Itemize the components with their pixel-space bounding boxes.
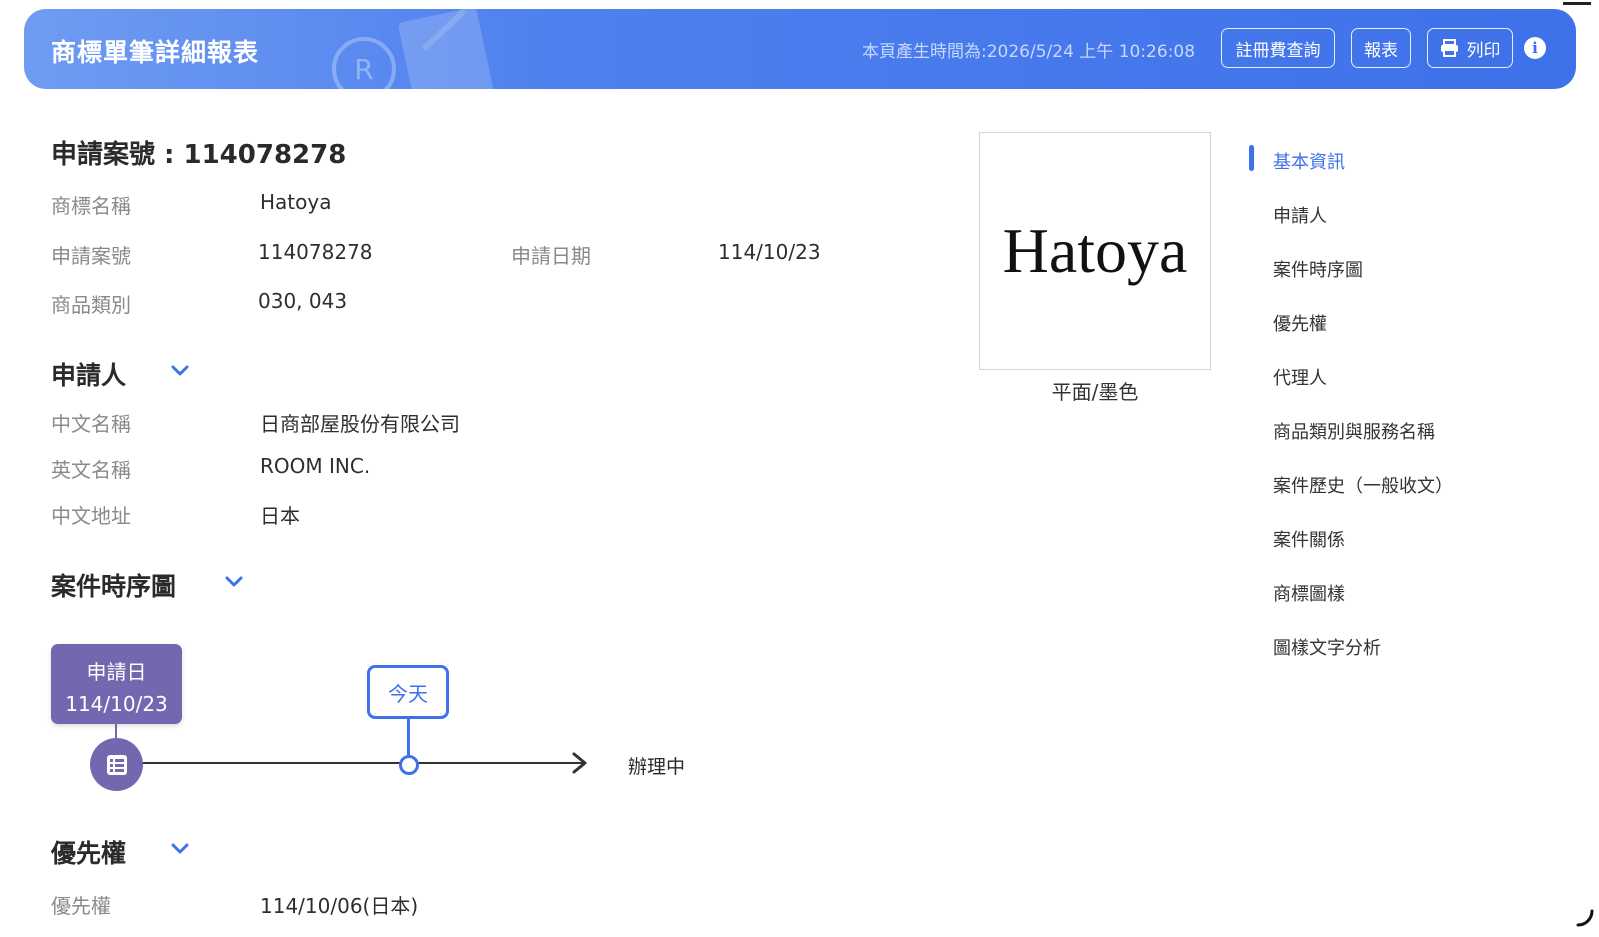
print-icon (1440, 39, 1458, 57)
application-date-value: 114/10/23 (718, 240, 821, 264)
timeline-start-label: 申請日 (86, 660, 147, 684)
report-header: R 商標單筆詳細報表 本頁產生時間為:2026/5/24 上午 10:26:08… (24, 9, 1576, 89)
chevron-down-icon[interactable] (170, 364, 190, 378)
trademark-image-text: Hatoya (1002, 215, 1188, 286)
trademark-image: Hatoya (979, 132, 1211, 370)
side-nav-trademark-image[interactable]: 商標圖樣 (1273, 580, 1345, 606)
application-number-label: 申請案號 (51, 244, 131, 268)
document-list-icon (90, 738, 143, 791)
side-nav-goods-classes[interactable]: 商品類別與服務名稱 (1273, 418, 1435, 444)
loading-spinner-icon (1576, 909, 1594, 927)
case-number-title: 申請案號 : 114078278 (51, 140, 347, 170)
side-nav-applicant[interactable]: 申請人 (1273, 202, 1327, 228)
side-nav-timeline[interactable]: 案件時序圖 (1273, 256, 1363, 282)
timeline-today-box: 今天 (367, 665, 449, 719)
side-nav-basic-info[interactable]: 基本資訊 (1273, 148, 1345, 174)
side-nav-case-history[interactable]: 案件歷史（一般收文） (1273, 472, 1453, 498)
timeline-section-title: 案件時序圖 (51, 572, 177, 601)
side-nav-case-relations[interactable]: 案件關係 (1273, 526, 1345, 552)
timeline-axis (140, 762, 585, 764)
chevron-down-icon[interactable] (170, 842, 190, 856)
side-nav-image-text-analysis[interactable]: 圖樣文字分析 (1273, 634, 1381, 660)
info-icon[interactable]: i (1524, 37, 1546, 59)
applicant-cn-name-value: 日商部屋股份有限公司 (260, 412, 460, 436)
priority-section-title: 優先權 (51, 839, 127, 868)
fee-query-button[interactable]: 註冊費查詢 (1221, 28, 1335, 68)
timeline-today-node (399, 755, 419, 775)
priority-value: 114/10/06(日本) (260, 894, 419, 918)
application-number-value: 114078278 (258, 240, 373, 264)
trademark-name-value: Hatoya (260, 190, 332, 214)
print-label: 列印 (1466, 40, 1501, 61)
generated-time: 本頁產生時間為:2026/5/24 上午 10:26:08 (862, 42, 1196, 62)
applicant-en-name-label: 英文名稱 (51, 458, 131, 482)
timeline-application-date-box: 申請日 114/10/23 (51, 644, 182, 724)
timeline-today-stem (407, 719, 410, 755)
applicant-cn-name-label: 中文名稱 (51, 412, 131, 436)
arrow-right-icon (572, 752, 587, 774)
applicant-cn-address-value: 日本 (260, 504, 300, 528)
side-nav-priority[interactable]: 優先權 (1273, 310, 1327, 336)
priority-label: 優先權 (51, 894, 111, 918)
side-nav-agent[interactable]: 代理人 (1273, 364, 1327, 390)
timeline-start-date: 114/10/23 (65, 692, 168, 716)
applicant-en-name-value: ROOM INC. (260, 454, 371, 478)
trademark-name-label: 商標名稱 (51, 194, 131, 218)
goods-class-label: 商品類別 (51, 293, 131, 317)
print-button[interactable]: 列印 (1427, 28, 1513, 68)
applicant-cn-address-label: 中文地址 (51, 504, 131, 528)
trademark-decoration-icon: R (332, 9, 494, 89)
trademark-image-caption: 平面/墨色 (1051, 380, 1139, 404)
side-nav-active-indicator (1249, 145, 1254, 171)
chevron-down-icon[interactable] (224, 575, 244, 589)
timeline-status: 辦理中 (628, 756, 686, 778)
svg-text:R: R (354, 53, 373, 86)
page-title: 商標單筆詳細報表 (51, 38, 260, 67)
window-minimize-mark (1563, 2, 1591, 5)
applicant-section-title: 申請人 (51, 361, 127, 390)
goods-class-value: 030, 043 (258, 289, 348, 313)
application-date-label: 申請日期 (511, 244, 591, 268)
report-button[interactable]: 報表 (1351, 28, 1411, 68)
